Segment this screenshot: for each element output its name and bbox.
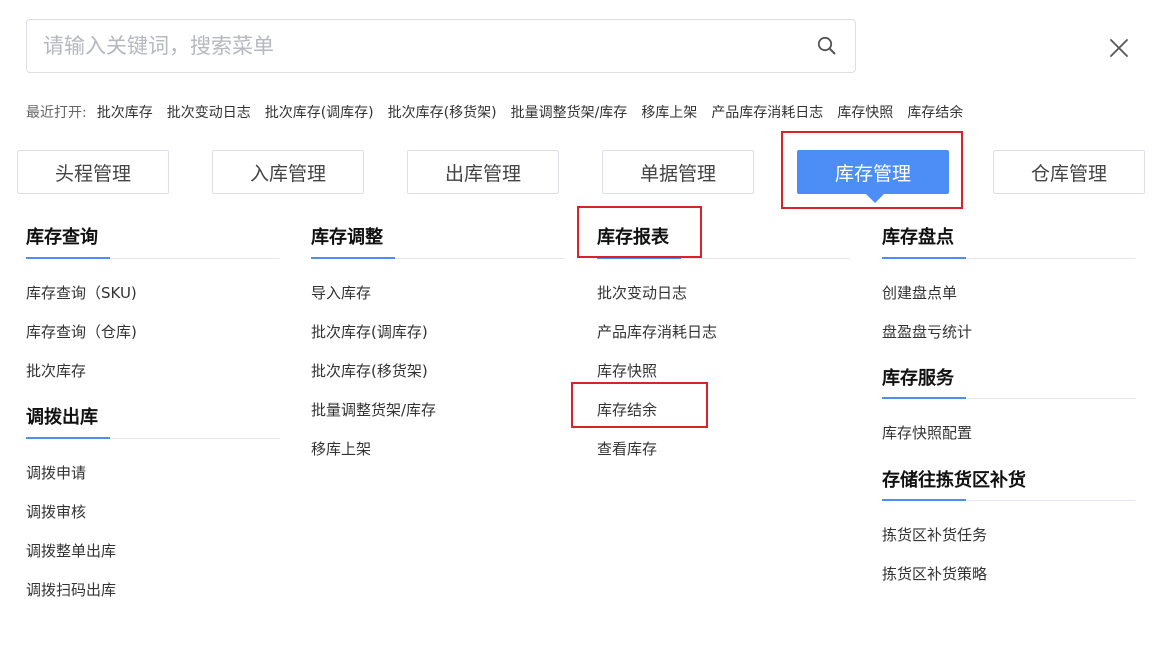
- menu-item-transfer-whole-out[interactable]: 调拨整单出库: [26, 540, 116, 561]
- tab-documents[interactable]: 单据管理: [602, 150, 754, 194]
- recent-item[interactable]: 批量调整货架/库存: [511, 102, 628, 122]
- recent-label: 最近打开:: [26, 105, 87, 121]
- section-title-stock-service: 库存服务: [882, 368, 954, 389]
- tab-warehouse[interactable]: 仓库管理: [993, 150, 1145, 194]
- section-title-stock-query: 库存查询: [26, 227, 98, 248]
- menu-item-consumption-log[interactable]: 产品库存消耗日志: [597, 321, 717, 342]
- menu-item-count-variance[interactable]: 盘盈盘亏统计: [882, 321, 972, 342]
- section-title-replenish: 存储往拣货区补货: [882, 470, 1026, 491]
- menu-item-stock-snapshot[interactable]: 库存快照: [597, 360, 657, 381]
- menu-item-stock-query-sku[interactable]: 库存查询（SKU): [26, 282, 137, 303]
- recent-item[interactable]: 批次库存: [97, 102, 153, 122]
- menu-item-stock-balance[interactable]: 库存结余: [597, 399, 657, 420]
- menu-item-transfer-request[interactable]: 调拨申请: [26, 462, 86, 483]
- tab-inventory[interactable]: 库存管理: [797, 150, 949, 194]
- section-accent: [26, 437, 110, 439]
- menu-item-batch-move-shelf[interactable]: 批次库存(移货架): [311, 360, 428, 381]
- menu-item-replenish-task[interactable]: 拣货区补货任务: [882, 524, 987, 545]
- active-tab-pointer: [866, 194, 884, 203]
- recent-item[interactable]: 批次库存(移货架): [388, 102, 497, 122]
- recent-item[interactable]: 库存快照: [837, 102, 893, 122]
- tab-inbound[interactable]: 入库管理: [212, 150, 364, 194]
- section-accent: [311, 257, 395, 259]
- close-icon[interactable]: [1107, 36, 1131, 60]
- section-accent: [882, 257, 966, 259]
- search-bar: [26, 19, 856, 73]
- menu-item-replenish-strategy[interactable]: 拣货区补货策略: [882, 563, 987, 584]
- menu-item-create-count[interactable]: 创建盘点单: [882, 282, 957, 303]
- section-accent: [26, 257, 110, 259]
- recent-item[interactable]: 批次变动日志: [167, 102, 251, 122]
- menu-item-transfer-scan-out[interactable]: 调拨扫码出库: [26, 579, 116, 600]
- menu-item-import-stock[interactable]: 导入库存: [311, 282, 371, 303]
- section-title-stock-count: 库存盘点: [882, 227, 954, 248]
- menu-item-batch-change-log[interactable]: 批次变动日志: [597, 282, 687, 303]
- tab-first-mile[interactable]: 头程管理: [17, 150, 169, 194]
- section-accent: [882, 499, 966, 501]
- menu-item-batch-stock[interactable]: 批次库存: [26, 360, 86, 381]
- section-title-stock-report: 库存报表: [597, 227, 669, 248]
- menu-item-transfer-review[interactable]: 调拨审核: [26, 501, 86, 522]
- menu-item-bulk-adjust-shelf[interactable]: 批量调整货架/库存: [311, 399, 436, 420]
- section-title-transfer-out: 调拨出库: [26, 407, 98, 428]
- menu-item-view-stock[interactable]: 查看库存: [597, 438, 657, 459]
- menu-item-snapshot-config[interactable]: 库存快照配置: [882, 422, 972, 443]
- menu-item-stock-query-warehouse[interactable]: 库存查询（仓库): [26, 321, 137, 342]
- search-input[interactable]: [27, 33, 805, 59]
- recent-item[interactable]: 产品库存消耗日志: [711, 102, 823, 122]
- section-accent: [597, 257, 681, 259]
- tab-outbound[interactable]: 出库管理: [407, 150, 559, 194]
- menu-item-batch-adjust-stock[interactable]: 批次库存(调库存): [311, 321, 428, 342]
- search-icon[interactable]: [815, 34, 839, 58]
- section-title-stock-adjust: 库存调整: [311, 227, 383, 248]
- recent-item[interactable]: 移库上架: [641, 102, 697, 122]
- section-accent: [882, 397, 966, 399]
- menu-item-move-putaway[interactable]: 移库上架: [311, 438, 371, 459]
- recent-bar: 最近打开: 批次库存 批次变动日志 批次库存(调库存) 批次库存(移货架) 批量…: [26, 101, 963, 123]
- recent-item[interactable]: 批次库存(调库存): [265, 102, 374, 122]
- recent-item[interactable]: 库存结余: [907, 102, 963, 122]
